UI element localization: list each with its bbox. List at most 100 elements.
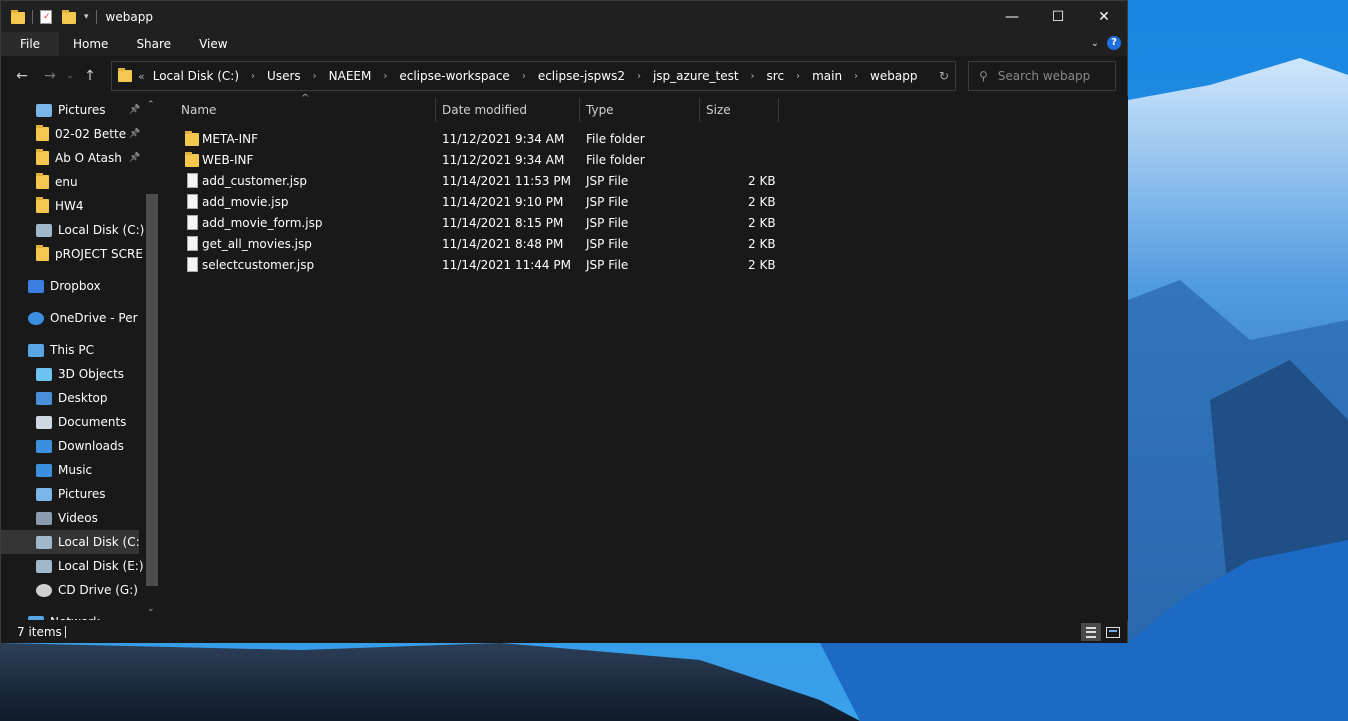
recent-locations-icon[interactable]: ⌄ — [65, 71, 75, 81]
breadcrumb-item[interactable]: Users — [267, 69, 301, 83]
chevron-right-icon[interactable]: › — [313, 71, 317, 82]
file-row[interactable]: get_all_movies.jsp 11/14/2021 8:48 PM JSP … — [181, 234, 781, 255]
sidebar-item-label: Downloads — [58, 439, 124, 453]
sidebar-item[interactable]: Music — [1, 458, 144, 482]
quick-access-toolbar: ✓ ▾ — [1, 9, 100, 24]
pictures-icon — [36, 487, 52, 501]
refresh-icon[interactable]: ↻ — [939, 69, 949, 83]
column-header-name[interactable]: Name — [181, 96, 436, 124]
sidebar-item[interactable]: Videos — [1, 506, 144, 530]
breadcrumb-overflow[interactable]: « — [138, 70, 145, 83]
large-icons-view-button[interactable] — [1103, 623, 1123, 641]
column-header-size[interactable]: Size — [706, 96, 776, 124]
expand-ribbon-icon[interactable]: ⌄ — [1091, 38, 1099, 49]
sidebar-item[interactable]: Desktop — [1, 386, 144, 410]
breadcrumb-item[interactable]: jsp_azure_test — [653, 69, 739, 83]
sidebar-item[interactable]: CD Drive (G:) — [1, 578, 144, 602]
window-title: webapp — [105, 9, 153, 24]
customize-toolbar-icon[interactable]: ▾ — [84, 12, 89, 22]
file-row[interactable]: META-INF 11/12/2021 9:34 AM File folder — [181, 129, 781, 150]
sidebar-item[interactable]: Dropbox — [1, 274, 144, 298]
sidebar-item[interactable]: Documents — [1, 410, 144, 434]
folder-icon — [11, 9, 25, 24]
chevron-right-icon[interactable]: › — [637, 71, 641, 82]
column-divider[interactable] — [699, 98, 700, 122]
breadcrumb-item[interactable]: eclipse-workspace — [399, 69, 509, 83]
file-size: 2 KB — [748, 216, 776, 230]
chevron-right-icon[interactable]: › — [251, 71, 255, 82]
file-size: 2 KB — [748, 258, 776, 272]
cd-drive-icon — [36, 583, 52, 597]
tab-home[interactable]: Home — [59, 32, 122, 56]
column-divider[interactable] — [778, 98, 779, 122]
chevron-right-icon[interactable]: › — [751, 71, 755, 82]
column-divider[interactable] — [579, 98, 580, 122]
file-row[interactable]: add_customer.jsp 11/14/2021 11:53 PM JSP F… — [181, 171, 781, 192]
sidebar-item[interactable]: Downloads — [1, 434, 144, 458]
sidebar-item[interactable]: OneDrive - Person — [1, 306, 144, 330]
sidebar-item[interactable]: 02-02 Better F📌 — [1, 122, 144, 146]
status-divider — [65, 625, 66, 638]
tab-share[interactable]: Share — [122, 32, 185, 56]
scroll-up-arrow-icon[interactable]: ⌃ — [147, 100, 155, 110]
sidebar-item[interactable]: 3D Objects — [1, 362, 144, 386]
sidebar-item[interactable]: Local Disk (C:) — [1, 530, 139, 554]
sidebar-item[interactable]: Network — [1, 610, 144, 620]
scrollbar-thumb[interactable] — [146, 194, 158, 586]
sidebar-item[interactable]: pROJECT SCREEN — [1, 242, 144, 266]
scroll-down-arrow-icon[interactable]: ⌄ — [147, 604, 155, 614]
sidebar-item[interactable]: This PC — [1, 338, 144, 362]
breadcrumb-item[interactable]: main — [812, 69, 842, 83]
column-header-name-label: Name — [181, 103, 217, 117]
breadcrumb-item[interactable]: Local Disk (C:) — [153, 69, 239, 83]
chevron-right-icon[interactable]: › — [796, 71, 800, 82]
address-history-dropdown-icon[interactable]: ⌄ — [909, 69, 919, 83]
sidebar-item[interactable]: Local Disk (C:) — [1, 218, 144, 242]
column-header-type[interactable]: Type — [586, 96, 696, 124]
folder-icon — [36, 197, 49, 213]
details-view-button[interactable] — [1081, 623, 1101, 641]
breadcrumb-item[interactable]: NAEEM — [329, 69, 372, 83]
file-type: File folder — [586, 132, 645, 146]
chevron-right-icon[interactable]: › — [854, 71, 858, 82]
back-arrow-icon[interactable]: ← — [9, 68, 35, 84]
sidebar-item-label: HW4 — [55, 199, 84, 213]
sidebar-item[interactable]: Ab O Atash 📌 — [1, 146, 144, 170]
file-row[interactable]: WEB-INF 11/12/2021 9:34 AM File folder — [181, 150, 781, 171]
file-row[interactable]: add_movie.jsp 11/14/2021 9:10 PM JSP File 2… — [181, 192, 781, 213]
close-button[interactable]: ✕ — [1081, 1, 1127, 32]
column-header-date[interactable]: Date modified — [442, 96, 582, 124]
up-arrow-icon[interactable]: ↑ — [77, 68, 103, 84]
properties-icon[interactable]: ✓ — [40, 9, 52, 24]
sidebar-item[interactable]: Local Disk (E:) — [1, 554, 144, 578]
sidebar-item[interactable]: HW4 — [1, 194, 144, 218]
address-bar[interactable]: « Local Disk (C:) › Users › NAEEM › eclipse… — [111, 61, 956, 91]
music-icon — [36, 463, 52, 477]
sidebar-item[interactable]: enu — [1, 170, 144, 194]
sidebar-item[interactable]: Pictures 📌 — [1, 98, 144, 122]
window-controls: — ☐ ✕ — [989, 1, 1127, 32]
search-box[interactable]: ⚲ Search webapp — [968, 61, 1116, 91]
new-folder-icon[interactable] — [62, 9, 76, 24]
forward-arrow-icon[interactable]: → — [37, 68, 63, 84]
sidebar-item-label: Desktop — [58, 391, 108, 405]
search-input[interactable]: Search webapp — [998, 69, 1090, 83]
folder-icon — [118, 68, 132, 82]
breadcrumb-item[interactable]: eclipse-jspws2 — [538, 69, 625, 83]
navigation-pane: Pictures📌02-02 Better F📌Ab O Atash📌enu HW… — [1, 96, 161, 620]
column-divider[interactable] — [435, 98, 436, 122]
file-name: META-INF — [202, 132, 259, 146]
sidebar-scrollbar[interactable]: ⌃ ⌄ — [144, 96, 160, 620]
file-row[interactable]: add_movie_form.jsp 11/14/2021 8:15 PM JSP … — [181, 213, 781, 234]
ribbon-tabs: File Home Share View ⌄ ? — [1, 32, 1127, 56]
file-row[interactable]: selectcustomer.jsp 11/14/2021 11:44 PM JSP… — [181, 255, 781, 276]
breadcrumb-item[interactable]: src — [767, 69, 785, 83]
help-icon[interactable]: ? — [1107, 36, 1121, 50]
chevron-right-icon[interactable]: › — [522, 71, 526, 82]
sidebar-item[interactable]: Pictures — [1, 482, 144, 506]
tab-view[interactable]: View — [185, 32, 241, 56]
maximize-button[interactable]: ☐ — [1035, 1, 1081, 32]
minimize-button[interactable]: — — [989, 1, 1035, 32]
chevron-right-icon[interactable]: › — [383, 71, 387, 82]
tab-file[interactable]: File — [1, 32, 59, 56]
